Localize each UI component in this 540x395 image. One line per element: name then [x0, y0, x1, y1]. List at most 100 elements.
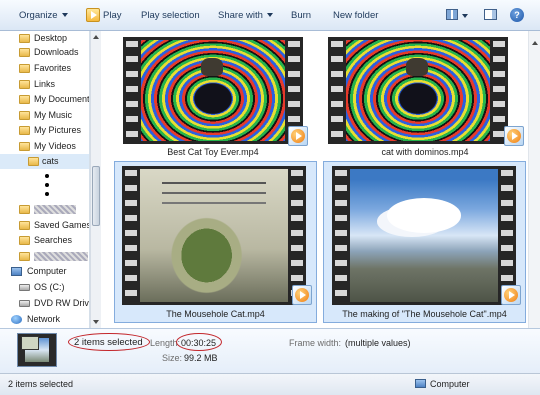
status-location: Computer — [430, 379, 470, 389]
chevron-down-icon — [61, 13, 68, 18]
sidebar-item-dvd-drive[interactable]: DVD RW Drive — [0, 296, 90, 311]
redacted-label — [34, 252, 88, 261]
file-tile[interactable]: The making of "The Mousehole Cat".mp4 — [323, 161, 526, 323]
scroll-down-arrow-icon[interactable] — [93, 320, 99, 324]
sidebar-item-cats[interactable]: cats — [0, 154, 89, 169]
folder-icon — [28, 157, 39, 166]
organize-button[interactable]: Organize — [19, 9, 68, 23]
file-name: The Mousehole Cat.mp4 — [166, 309, 265, 319]
play-selection-button[interactable]: Play selection — [141, 9, 200, 23]
film-strip — [125, 166, 137, 305]
sidebar-item-label: Downloads — [34, 47, 79, 57]
media-player-icon — [288, 126, 308, 146]
folder-icon — [19, 80, 30, 89]
navigation-pane: Desktop Downloads Favorites Links My Doc… — [0, 31, 90, 328]
sidebar-item-label: Computer — [27, 266, 67, 276]
video-thumbnail — [122, 166, 306, 305]
sidebar-item-my-videos[interactable]: My Videos — [0, 139, 89, 154]
change-view-icon[interactable] — [446, 9, 458, 20]
sidebar-item-my-pictures[interactable]: My Pictures — [0, 123, 89, 138]
folder-icon — [19, 64, 30, 73]
hard-drive-icon — [19, 284, 30, 291]
sidebar-item-label: OS (C:) — [34, 282, 65, 292]
sidebar-item-redacted[interactable] — [0, 202, 89, 217]
sidebar-item-label: Favorites — [34, 63, 72, 73]
selection-count: 2 items selected — [74, 337, 143, 348]
sidebar-item-favorites[interactable]: Favorites — [0, 61, 89, 76]
film-strip — [335, 166, 347, 305]
computer-icon — [415, 379, 426, 388]
video-thumbnail — [332, 166, 516, 305]
scroll-up-arrow-icon[interactable] — [93, 35, 99, 39]
video-frame — [346, 40, 490, 141]
sidebar-item-my-documents[interactable]: My Documents — [0, 92, 89, 107]
sidebar-item-label: Searches — [34, 235, 73, 245]
scroll-up-arrow-icon[interactable] — [532, 41, 538, 45]
sidebar-item-searches[interactable]: Searches — [0, 233, 89, 248]
command-bar: Organize Play Play selection Share with … — [0, 0, 540, 31]
sidebar-item-downloads[interactable]: Downloads — [0, 45, 89, 60]
share-with-button[interactable]: Share with — [218, 9, 273, 23]
sidebar-item-label: Links — [34, 79, 56, 89]
organize-label: Organize — [19, 10, 58, 21]
sidebar-item-label: DVD RW Drive — [34, 298, 90, 308]
ellipsis-dot — [45, 174, 49, 178]
sidebar-item-label: My Videos — [34, 141, 76, 151]
file-name: Best Cat Toy Ever.mp4 — [167, 147, 259, 157]
file-name: The making of "The Mousehole Cat".mp4 — [342, 309, 507, 319]
size-label: Size: — [162, 353, 183, 363]
folder-icon — [19, 221, 30, 230]
chevron-down-icon — [266, 13, 273, 18]
video-frame — [140, 169, 288, 302]
ellipsis-dot — [45, 192, 49, 196]
sidebar-item-label: Network — [27, 314, 61, 324]
folder-icon — [19, 236, 30, 245]
play-button[interactable]: Play — [103, 9, 121, 23]
new-folder-button[interactable]: New folder — [333, 9, 378, 23]
folder-icon — [19, 142, 30, 151]
help-icon[interactable]: ? — [510, 8, 524, 22]
sidebar-item-computer[interactable]: Computer — [0, 264, 89, 279]
media-player-icon — [504, 126, 524, 146]
navigation-scrollbar[interactable] — [90, 31, 101, 328]
folder-icon — [19, 126, 30, 135]
video-thumbnail — [123, 37, 303, 144]
sidebar-item-redacted-2[interactable] — [0, 249, 89, 264]
video-frame — [350, 169, 498, 302]
folder-icon — [19, 95, 30, 104]
size-value: 99.2 MB — [184, 353, 218, 363]
sidebar-item-label: Desktop — [34, 33, 68, 43]
sidebar-item-my-music[interactable]: My Music — [0, 108, 89, 123]
chevron-down-icon[interactable] — [462, 14, 468, 18]
folder-icon — [19, 252, 30, 261]
selection-thumbnail — [17, 333, 57, 367]
status-selected: 2 items selected — [8, 379, 74, 389]
sidebar-item-label: Saved Games — [34, 220, 90, 230]
file-tile[interactable]: Best Cat Toy Ever.mp4 — [116, 34, 310, 160]
scrollbar-thumb[interactable] — [92, 166, 100, 226]
sidebar-item-links[interactable]: Links — [0, 77, 89, 92]
sidebar-item-label: My Music — [34, 110, 72, 120]
sidebar-item-label: cats — [42, 156, 59, 166]
sidebar-item-os-c[interactable]: OS (C:) — [0, 280, 89, 295]
content-scrollbar[interactable] — [528, 31, 540, 328]
computer-icon — [11, 267, 22, 276]
ellipsis-dot — [45, 183, 49, 187]
folder-icon — [19, 205, 30, 214]
sidebar-item-network[interactable]: Network — [0, 312, 89, 327]
sidebar-item-saved-games[interactable]: Saved Games — [0, 218, 90, 233]
file-tile[interactable]: cat with dominos.mp4 — [324, 34, 526, 160]
film-strip — [126, 37, 138, 144]
sidebar-item-desktop[interactable]: Desktop — [0, 31, 89, 46]
file-tile[interactable]: The Mousehole Cat.mp4 — [114, 161, 317, 323]
status-bar: 2 items selected Computer — [0, 373, 540, 395]
film-strip — [331, 37, 343, 144]
preview-pane-icon[interactable] — [484, 9, 497, 20]
folder-icon — [19, 48, 30, 57]
file-name: cat with dominos.mp4 — [381, 147, 469, 157]
media-player-icon — [501, 285, 521, 305]
burn-button[interactable]: Burn — [291, 9, 311, 23]
redacted-label — [34, 205, 76, 214]
folder-icon — [19, 34, 30, 43]
video-thumbnail — [328, 37, 508, 144]
